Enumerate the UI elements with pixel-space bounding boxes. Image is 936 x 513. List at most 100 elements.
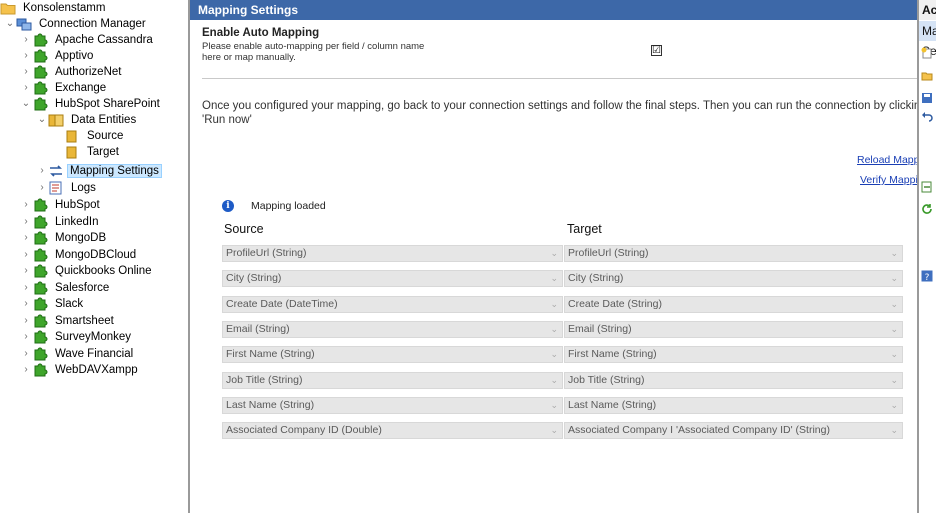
chevron-right-icon[interactable]: › — [20, 263, 32, 279]
actions-panel: Actions Mapping Settings ? — [919, 0, 936, 513]
table-icon — [48, 113, 64, 127]
tree-item-connector[interactable]: › MongoDBCloud — [20, 247, 140, 263]
tree-item-connector[interactable]: › MongoDB — [20, 230, 110, 246]
puzzle-piece-icon — [32, 215, 48, 229]
auto-mapping-title: Enable Auto Mapping — [202, 27, 320, 39]
chevron-right-icon[interactable]: › — [20, 362, 32, 378]
tree-item-label: Konsolenstamm — [23, 2, 106, 14]
tree-item-connector[interactable]: › Wave Financial — [20, 346, 137, 362]
chevron-right-icon[interactable]: › — [20, 197, 32, 213]
tree-item-connector[interactable]: › Salesforce — [20, 280, 113, 296]
chevron-right-icon[interactable]: › — [20, 214, 32, 230]
verify-mapping-link[interactable]: Verify Mapping — [860, 174, 917, 186]
panel-title: Mapping Settings — [190, 0, 917, 20]
source-field-select[interactable]: First Name (String) ⌄ — [222, 346, 563, 364]
actions-section-mapping-settings[interactable]: Mapping Settings — [919, 21, 936, 58]
tree-item-connector[interactable]: › HubSpot — [20, 197, 104, 213]
chevron-right-icon[interactable]: › — [20, 296, 32, 312]
target-field-select[interactable]: Last Name (String) ⌄ — [564, 396, 903, 414]
tree-item-label: Logs — [71, 182, 96, 194]
target-field-select[interactable]: ProfileUrl (String) ⌄ — [564, 245, 903, 262]
tree-item-connector[interactable]: › Apache Cassandra — [20, 32, 157, 48]
source-field-select[interactable]: Job Title (String) ⌄ — [222, 371, 563, 389]
target-field-select[interactable]: City (String) ⌄ — [564, 270, 903, 288]
help-icon[interactable]: ? — [921, 270, 933, 283]
chevron-down-icon[interactable]: ⌄ — [4, 16, 16, 32]
tree-item-label: MongoDB — [55, 232, 107, 244]
tree-item-root[interactable]: Konsolenstamm — [0, 0, 109, 16]
source-field-select[interactable]: Last Name (String) ⌄ — [222, 396, 563, 414]
tree-item-target[interactable]: Target — [64, 144, 123, 160]
tree-item-connection-manager[interactable]: ⌄ Connection Manager — [4, 16, 150, 32]
open-folder-icon[interactable] — [921, 70, 933, 82]
chevron-right-icon[interactable]: › — [36, 163, 48, 179]
tree-item-connector[interactable]: › Slack — [20, 296, 87, 312]
puzzle-piece-icon — [32, 248, 48, 262]
undo-icon[interactable] — [921, 110, 933, 122]
tree-item-label: Connection Manager — [39, 18, 146, 30]
chevron-right-icon[interactable]: › — [20, 80, 32, 96]
chevron-down-icon: ⌄ — [890, 349, 898, 360]
target-field-select[interactable]: Associated Company I 'Associated Company… — [564, 422, 903, 440]
puzzle-piece-icon — [32, 363, 48, 377]
chevron-right-icon[interactable]: › — [20, 313, 32, 329]
source-field-select[interactable]: Create Date (DateTime) ⌄ — [222, 295, 563, 313]
chevron-down-icon: ⌄ — [890, 273, 898, 284]
export-icon[interactable] — [921, 181, 933, 193]
tree-item-logs[interactable]: › Logs — [36, 180, 100, 196]
chevron-right-icon[interactable]: › — [20, 32, 32, 48]
tree-item-connector[interactable]: › WebDAVXampp — [20, 362, 142, 378]
chevron-down-icon: ⌄ — [890, 399, 898, 410]
tree-item-label: Data Entities — [71, 114, 137, 126]
chevron-right-icon[interactable]: › — [20, 280, 32, 296]
puzzle-piece-icon — [32, 297, 48, 311]
chevron-down-icon[interactable]: ⌄ — [20, 96, 32, 112]
chevron-down-icon[interactable]: ⌄ — [36, 112, 48, 128]
reload-mapping-link[interactable]: Reload Mapping — [857, 154, 917, 166]
target-field-select[interactable]: First Name (String) ⌄ — [564, 346, 903, 364]
tree-item-connector[interactable]: › Apptivo — [20, 48, 97, 64]
source-field-select[interactable]: Email (String) ⌄ — [222, 320, 563, 338]
puzzle-piece-icon — [32, 314, 48, 328]
target-field-select[interactable]: Create Date (String) ⌄ — [564, 295, 903, 313]
chevron-right-icon[interactable]: › — [20, 48, 32, 64]
chevron-right-icon[interactable]: › — [36, 180, 48, 196]
target-field-select[interactable]: Job Title (String) ⌄ — [564, 371, 903, 389]
tree-item-connector[interactable]: › Smartsheet — [20, 313, 118, 329]
puzzle-piece-icon — [32, 264, 48, 278]
tree-item-source[interactable]: Source — [64, 128, 127, 144]
tree-item-connector[interactable]: › Exchange — [20, 80, 110, 96]
target-field-value: Last Name (String) — [568, 398, 657, 411]
source-field-select[interactable]: Associated Company ID (Double) ⌄ — [222, 422, 563, 440]
tree-item-connector[interactable]: › Quickbooks Online — [20, 263, 156, 279]
refresh-icon[interactable] — [921, 203, 933, 215]
tree-item-label: AuthorizeNet — [55, 66, 122, 78]
source-field-select[interactable]: City (String) ⌄ — [222, 270, 563, 288]
tree-item-hubspot-sharepoint[interactable]: ⌄ HubSpot SharePoint — [20, 96, 164, 112]
tree-item-connector[interactable]: › SurveyMonkey — [20, 329, 135, 345]
tree-item-data-entities[interactable]: ⌄ Data Entities — [36, 112, 140, 128]
source-field-select[interactable]: ProfileUrl (String) ⌄ — [222, 245, 563, 262]
chevron-down-icon: ⌄ — [550, 323, 558, 334]
tree-item-connector[interactable]: › AuthorizeNet — [20, 64, 125, 80]
connection-manager-icon — [16, 17, 32, 31]
chevron-right-icon[interactable]: › — [20, 230, 32, 246]
tree-item-label: Slack — [55, 298, 84, 310]
tree-item-label: HubSpot SharePoint — [55, 98, 160, 110]
chevron-right-icon[interactable]: › — [20, 247, 32, 263]
tree-item-connector[interactable]: › LinkedIn — [20, 214, 102, 230]
target-field-select[interactable]: Email (String) ⌄ — [564, 320, 903, 338]
chevron-right-icon[interactable]: › — [20, 329, 32, 345]
save-icon[interactable] — [921, 92, 933, 104]
tree-item-label: Mapping Settings — [67, 164, 162, 178]
table-icon — [64, 145, 80, 159]
chevron-right-icon[interactable]: › — [20, 346, 32, 362]
puzzle-piece-icon — [32, 347, 48, 361]
source-field-value: ProfileUrl (String) — [226, 247, 307, 259]
auto-mapping-checkbox[interactable]: ☑ — [651, 45, 662, 56]
tree-item-mapping-settings[interactable]: › Mapping Settings — [36, 163, 162, 179]
new-icon[interactable] — [921, 47, 933, 59]
puzzle-piece-icon — [32, 97, 48, 111]
chevron-down-icon: ⌄ — [890, 425, 898, 436]
chevron-right-icon[interactable]: › — [20, 64, 32, 80]
